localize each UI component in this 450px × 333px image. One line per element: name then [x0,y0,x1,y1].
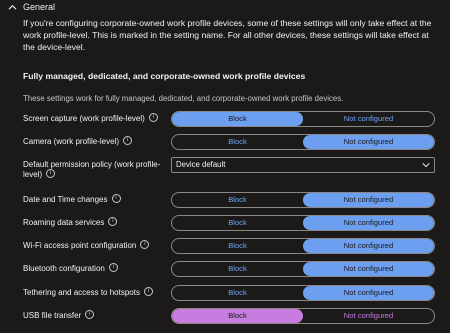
toggle-option-not-configured[interactable]: Not configured [303,193,434,207]
toggle-option-block[interactable]: Block [172,216,303,230]
section-title: General [23,2,56,12]
toggle-option-block[interactable]: Block [172,112,303,126]
default-permission-policy-dropdown[interactable]: Device default [171,157,435,173]
setting-label: Tethering and access to hotspots [23,288,140,297]
toggle-option-not-configured[interactable]: Not configured [303,309,434,323]
screen-capture-toggle[interactable]: Block Not configured [171,111,435,127]
usb-file-transfer-toggle[interactable]: Block Not configured [171,308,435,324]
info-icon[interactable]: i [108,263,118,273]
info-icon[interactable]: i [148,113,158,123]
toggle-option-block[interactable]: Block [172,193,303,207]
info-icon[interactable]: i [111,194,121,204]
info-icon[interactable]: i [46,169,56,179]
setting-label: Default permission policy (work profile-… [23,160,161,179]
info-icon[interactable]: i [140,240,150,250]
camera-toggle[interactable]: Block Not configured [171,134,435,150]
toggle-option-not-configured[interactable]: Not configured [303,135,434,149]
tethering-toggle[interactable]: Block Not configured [171,285,435,301]
section-header-general[interactable]: General [8,1,55,13]
toggle-option-not-configured[interactable]: Not configured [303,216,434,230]
setting-label: Wi-Fi access point configuration [23,241,137,250]
info-icon[interactable]: i [108,217,118,227]
setting-label: USB file transfer [23,311,82,320]
setting-label: Screen capture (work profile-level) [23,114,145,123]
bluetooth-toggle[interactable]: Block Not configured [171,261,435,277]
info-icon[interactable]: i [143,287,153,297]
subsection-description: These settings work for fully managed, d… [23,94,344,103]
toggle-option-not-configured[interactable]: Not configured [303,112,434,126]
toggle-option-not-configured[interactable]: Not configured [303,286,434,300]
toggle-option-block[interactable]: Block [172,239,303,253]
roaming-data-toggle[interactable]: Block Not configured [171,215,435,231]
setting-label: Date and Time changes [23,195,108,204]
chevron-down-icon [422,163,430,168]
toggle-option-block[interactable]: Block [172,286,303,300]
date-time-changes-toggle[interactable]: Block Not configured [171,192,435,208]
toggle-option-not-configured[interactable]: Not configured [303,262,434,276]
info-icon[interactable]: i [85,310,95,320]
wifi-access-point-toggle[interactable]: Block Not configured [171,238,435,254]
setting-label: Roaming data services [23,218,105,227]
toggle-option-block[interactable]: Block [172,135,303,149]
dropdown-selected-value: Device default [176,160,226,169]
chevron-up-icon [8,4,17,10]
toggle-option-block[interactable]: Block [172,309,303,323]
setting-label: Camera (work profile-level) [23,137,120,146]
info-icon[interactable]: i [123,136,133,146]
toggle-option-block[interactable]: Block [172,262,303,276]
subsection-heading: Fully managed, dedicated, and corporate-… [23,71,306,81]
section-info-text: If you're configuring corporate-owned wo… [23,18,432,52]
toggle-option-not-configured[interactable]: Not configured [303,239,434,253]
setting-label: Bluetooth configuration [23,264,105,273]
